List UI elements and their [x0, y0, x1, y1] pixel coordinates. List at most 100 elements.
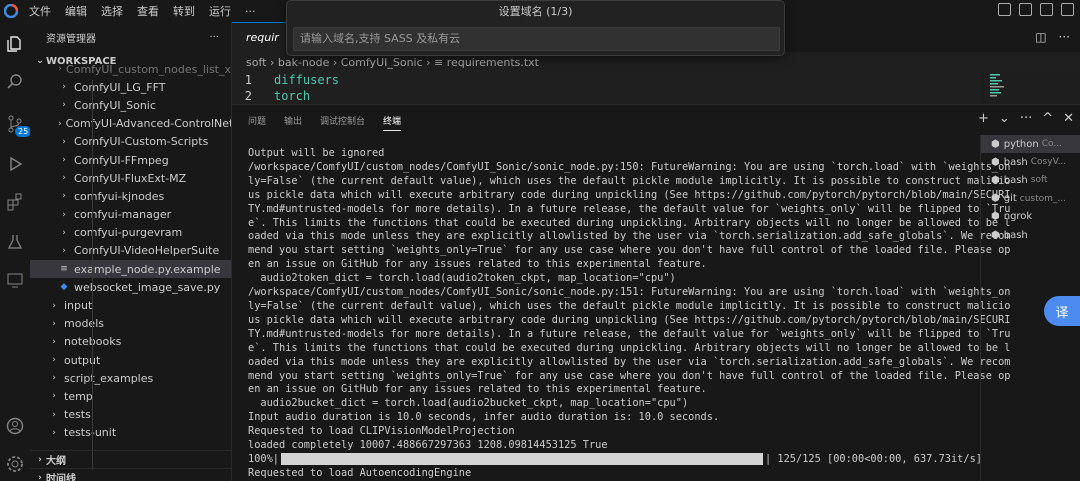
search-icon[interactable]: [0, 64, 30, 100]
terminal-line: Input audio duration is 10.0 seconds, in…: [248, 411, 720, 424]
menu-more[interactable]: ···: [238, 5, 263, 18]
tree-item[interactable]: › tests-unit: [30, 424, 231, 442]
tree-item[interactable]: ◆ websocket_image_save.py: [30, 278, 231, 296]
more-actions-icon[interactable]: ···: [1059, 30, 1070, 44]
split-editor-icon[interactable]: ◫: [1035, 30, 1046, 44]
outline-section[interactable]: › 大纲: [30, 450, 231, 468]
tree-item[interactable]: › ComfyUI-FluxExt-MZ: [30, 169, 231, 187]
scm-badge: 25: [15, 126, 32, 137]
tree-item-label: output: [64, 353, 101, 367]
source-control-icon[interactable]: 25: [0, 106, 32, 142]
menu-go[interactable]: 转到: [166, 3, 202, 19]
tree-item[interactable]: › tests: [30, 406, 231, 424]
toggle-secondary-sidebar-icon[interactable]: [1040, 3, 1053, 16]
terminal-line: us pickle data which will execute arbitr…: [248, 313, 1011, 326]
terminal-instance[interactable]: ⬢ bash soft: [981, 171, 1080, 189]
explorer-header: 资源管理器 ···: [30, 22, 231, 52]
tree-item[interactable]: › ComfyUI-Advanced-ControlNet: [30, 115, 231, 133]
code-line: 2 torch: [232, 88, 982, 104]
tree-item[interactable]: › ComfyUI-Custom-Scripts: [30, 133, 231, 151]
settings-gear-icon[interactable]: [0, 446, 30, 481]
tree-item[interactable]: › ComfyUI_Sonic: [30, 96, 231, 114]
toggle-panel-icon[interactable]: [1019, 3, 1032, 16]
tree-item[interactable]: › comfyui-kjnodes: [30, 187, 231, 205]
tree-item-label: models: [64, 317, 104, 331]
line-number: 1: [244, 73, 252, 87]
tree-item[interactable]: › input: [30, 296, 231, 314]
tree-item[interactable]: › comfyui-manager: [30, 206, 231, 224]
menu-run[interactable]: 运行: [202, 3, 238, 19]
chevron-right-icon: ›: [52, 318, 56, 329]
tree-item[interactable]: ≡ example_node.py.example: [30, 260, 231, 279]
toggle-sidebar-icon[interactable]: [998, 3, 1011, 16]
tree-item[interactable]: › models: [30, 315, 231, 333]
tree-item-label: comfyui-kjnodes: [74, 189, 165, 203]
code-editor[interactable]: 1 diffusers 2 torch: [232, 72, 982, 104]
terminal-line: TY.md#untrusted-models for more details)…: [248, 327, 1011, 340]
tree-item[interactable]: › ComfyUI-FFmpeg: [30, 151, 231, 169]
terminal-line: en an issue on GitHub for any issues rel…: [248, 258, 707, 271]
more-actions-icon[interactable]: ···: [1020, 111, 1032, 126]
minimap[interactable]: [988, 72, 1028, 104]
tree-item-label: comfyui-purgevram: [74, 226, 183, 240]
python-file-icon: ◆: [60, 282, 68, 293]
tree-item-label: ComfyUI-Advanced-ControlNet: [65, 117, 232, 131]
progress-prefix: 100%|: [248, 452, 279, 465]
terminal-instance[interactable]: ⬢ bash CosyV...: [981, 153, 1080, 171]
explorer-sidebar: 资源管理器 ··· ⌄ WORKSPACE › ComfyUI_custom_no…: [30, 22, 232, 481]
explorer-icon[interactable]: [0, 26, 30, 62]
chevron-right-icon: ›: [62, 82, 66, 93]
menu-edit[interactable]: 编辑: [58, 3, 94, 19]
timeline-title: 时间线: [46, 474, 76, 481]
terminal-output[interactable]: Output will be ignored/workspace/ComfyUI…: [248, 147, 1011, 481]
chevron-right-icon: ›: [62, 155, 66, 166]
testing-icon[interactable]: [0, 224, 30, 260]
account-icon[interactable]: [0, 408, 30, 444]
tab-problems[interactable]: 问题: [248, 114, 266, 131]
terminal-line: oaded via this mode unless they are expl…: [248, 230, 1011, 243]
tree-item[interactable]: › comfyui-purgevram: [30, 224, 231, 242]
tree-item[interactable]: › script_examples: [30, 369, 231, 387]
tree-item[interactable]: › temp: [30, 387, 231, 405]
terminal-instance[interactable]: ⬢ bash: [981, 226, 1080, 244]
menu-file[interactable]: 文件: [22, 3, 58, 19]
terminal-line: oaded via this mode unless they are expl…: [248, 355, 1011, 368]
tree-item[interactable]: › ComfyUI_custom_nodes_list_x: [30, 60, 231, 78]
tab-debug-console[interactable]: 调试控制台: [320, 114, 365, 131]
translate-button[interactable]: 译: [1044, 296, 1080, 326]
domain-input[interactable]: 请输入域名,支持 SASS 及私有云: [293, 27, 780, 51]
terminal-instance[interactable]: ⬢ python Co...: [981, 135, 1080, 154]
run-debug-icon[interactable]: [0, 146, 30, 182]
menu-selection[interactable]: 选择: [94, 3, 130, 19]
outline-title: 大纲: [46, 456, 66, 467]
tree-item[interactable]: ›notebooks: [30, 333, 231, 351]
explorer-more-button[interactable]: ···: [209, 32, 219, 43]
terminal-instance[interactable]: ⬢ ngrok: [981, 208, 1080, 226]
tree-item-label: ComfyUI-FluxExt-MZ: [74, 171, 187, 185]
menu-view[interactable]: 查看: [130, 3, 166, 19]
panel-tabs: 问题 输出 调试控制台 终端: [248, 114, 402, 131]
tree-item[interactable]: › output: [30, 351, 231, 369]
command-palette: 设置域名 (1/3) 请输入域名,支持 SASS 及私有云: [286, 0, 785, 56]
maximize-panel-icon[interactable]: ^: [1042, 111, 1053, 126]
tree-item[interactable]: › ComfyUI_LG_FFT: [30, 78, 231, 96]
customize-layout-icon[interactable]: [1061, 3, 1074, 16]
terminal-instance[interactable]: ⬢ git custom_...: [981, 190, 1080, 208]
chevron-down-icon[interactable]: ⌄: [999, 111, 1010, 126]
tab-terminal[interactable]: 终端: [383, 114, 402, 131]
timeline-section[interactable]: › 时间线: [30, 468, 231, 481]
tree-item-label: comfyui-manager: [74, 208, 172, 222]
chevron-right-icon: ›: [62, 245, 66, 256]
chevron-right-icon: ›: [62, 227, 66, 238]
terminal-line: mend you start setting `weights_only=Tru…: [248, 244, 1011, 257]
chevron-right-icon: ›: [58, 64, 62, 75]
tab-output[interactable]: 输出: [284, 114, 302, 131]
close-panel-icon[interactable]: ✕: [1063, 111, 1074, 126]
palette-title: 设置域名 (1/3): [498, 5, 573, 18]
tree-item[interactable]: › ComfyUI-VideoHelperSuite: [30, 242, 231, 260]
extensions-icon[interactable]: [0, 184, 30, 220]
menu-bar: 文件 编辑 选择 查看 转到 运行 ···: [22, 0, 263, 22]
chevron-right-icon: ›: [62, 191, 66, 202]
new-terminal-icon[interactable]: +: [978, 111, 989, 126]
remote-explorer-icon[interactable]: [0, 262, 30, 298]
